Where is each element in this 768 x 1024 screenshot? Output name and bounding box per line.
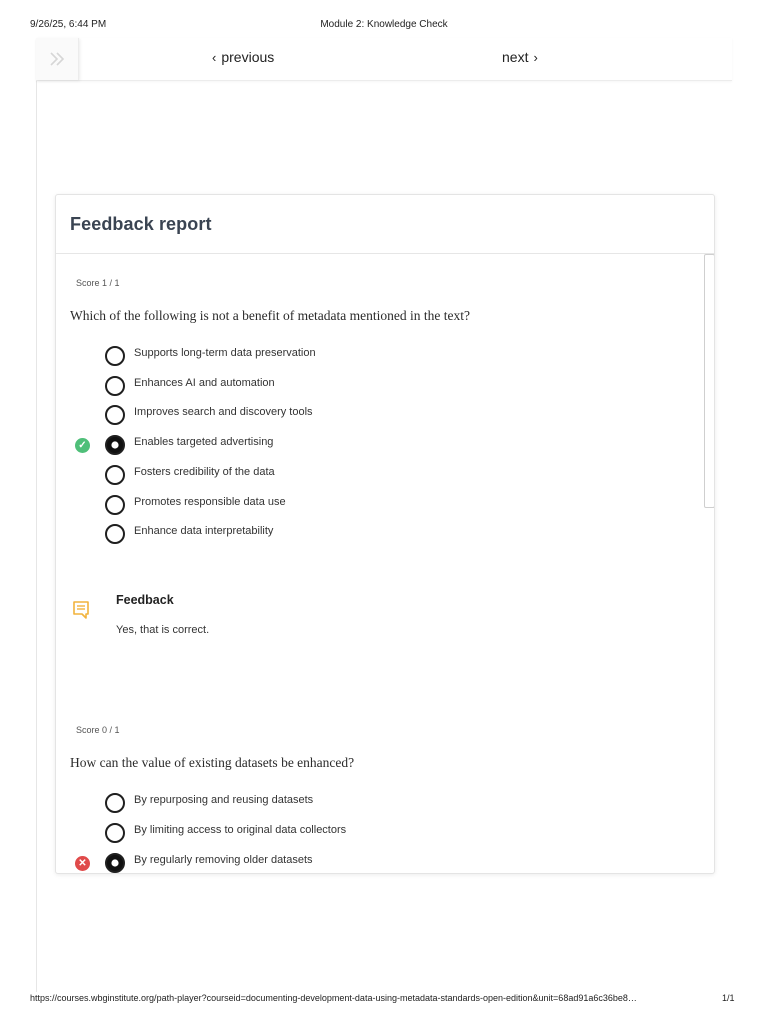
option-label: Enables targeted advertising bbox=[134, 436, 274, 448]
question-1-option[interactable]: Enhance data interpretability bbox=[105, 524, 665, 546]
print-title: Module 2: Knowledge Check bbox=[320, 19, 448, 30]
question-2-score: Score 0 / 1 bbox=[76, 725, 120, 735]
question-2-option[interactable]: By regularly removing older datasets bbox=[105, 853, 665, 873]
question-2-option[interactable]: By limiting access to original data coll… bbox=[105, 823, 665, 845]
page-count: 1/1 bbox=[722, 993, 735, 1003]
feedback-title: Feedback bbox=[116, 593, 174, 607]
option-label: By repurposing and reusing datasets bbox=[134, 794, 314, 806]
previous-button[interactable]: ‹ previous bbox=[212, 49, 274, 65]
option-label: By limiting access to original data coll… bbox=[134, 824, 347, 836]
radio-button[interactable] bbox=[105, 346, 125, 366]
feedback-text: Yes, that is correct. bbox=[116, 624, 210, 636]
question-1-option[interactable]: Fosters credibility of the data bbox=[105, 465, 665, 487]
chevron-left-icon: ‹ bbox=[212, 49, 217, 65]
question-1-score: Score 1 / 1 bbox=[76, 278, 120, 288]
option-label: Promotes responsible data use bbox=[134, 496, 286, 508]
correct-check-icon: ✓ bbox=[75, 438, 90, 453]
feedback-report-card: Feedback report Score 1 / 1 Which of the… bbox=[55, 194, 715, 874]
question-2-option[interactable]: By repurposing and reusing datasets bbox=[105, 793, 665, 815]
radio-button[interactable] bbox=[105, 405, 125, 425]
question-1-option[interactable]: Supports long-term data preservation bbox=[105, 346, 665, 368]
comment-icon bbox=[73, 601, 89, 619]
question-1-text: Which of the following is not a benefit … bbox=[70, 308, 471, 323]
option-label: By regularly removing older datasets bbox=[134, 854, 313, 866]
radio-button[interactable] bbox=[105, 793, 125, 813]
card-header: Feedback report bbox=[56, 195, 714, 254]
question-1-option[interactable]: Improves search and discovery tools bbox=[105, 405, 665, 427]
scrollbar[interactable] bbox=[704, 254, 714, 508]
option-label: Fosters credibility of the data bbox=[134, 466, 275, 478]
option-label: Improves search and discovery tools bbox=[134, 406, 313, 418]
radio-button[interactable] bbox=[105, 495, 125, 515]
radio-button[interactable] bbox=[105, 465, 125, 485]
radio-button-selected[interactable] bbox=[105, 853, 125, 873]
previous-label: previous bbox=[221, 49, 275, 65]
radio-button[interactable] bbox=[105, 524, 125, 544]
nav-bar: ‹ previous next › bbox=[36, 38, 732, 81]
radio-button-selected[interactable] bbox=[105, 435, 125, 455]
option-label: Enhances AI and automation bbox=[134, 377, 275, 389]
double-chevron-right-icon bbox=[50, 52, 65, 66]
question-1-option[interactable]: Promotes responsible data use bbox=[105, 495, 665, 517]
radio-button[interactable] bbox=[105, 376, 125, 396]
question-1-option[interactable]: Enhances AI and automation bbox=[105, 376, 665, 398]
page-url: https://courses.wbginstitute.org/path-pl… bbox=[30, 993, 637, 1003]
incorrect-x-icon: ✕ bbox=[75, 856, 90, 871]
next-button[interactable]: next › bbox=[502, 49, 538, 65]
radio-button[interactable] bbox=[105, 823, 125, 843]
left-rail bbox=[36, 80, 37, 992]
card-title: Feedback report bbox=[70, 214, 212, 234]
next-label: next bbox=[502, 49, 529, 65]
sidebar-toggle-button[interactable] bbox=[36, 38, 79, 80]
option-label: Supports long-term data preservation bbox=[134, 347, 316, 359]
chevron-right-icon: › bbox=[533, 49, 538, 65]
option-label: Enhance data interpretability bbox=[134, 525, 274, 537]
question-1-option[interactable]: Enables targeted advertising bbox=[105, 435, 665, 457]
question-2-text: How can the value of existing datasets b… bbox=[70, 755, 355, 770]
